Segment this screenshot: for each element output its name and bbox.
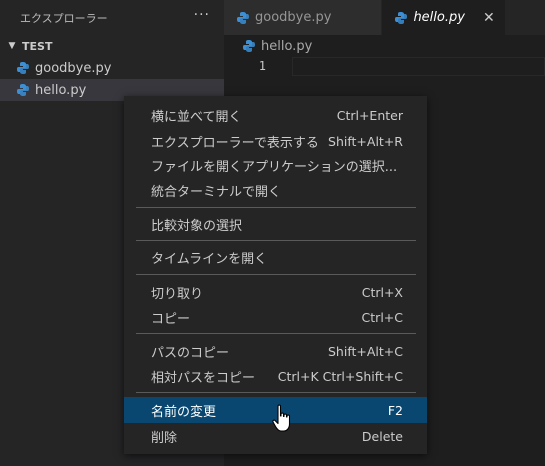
editor-tabs: goodbye.py hello.py ✕ — [224, 0, 545, 35]
menu-separator — [136, 333, 416, 334]
menu-item-cut[interactable]: 切り取り Ctrl+X — [124, 279, 427, 305]
menu-item-label: パスのコピー — [151, 345, 230, 361]
menu-item-label: ファイルを開くアプリケーションの選択... — [151, 159, 398, 175]
menu-separator — [136, 240, 416, 241]
menu-item-label: 統合ターミナルで開く — [151, 184, 282, 200]
menu-item-label: 切り取り — [151, 286, 204, 302]
menu-item-label: 横に並べて開く — [151, 109, 242, 125]
chevron-down-icon: ▼ — [8, 41, 16, 51]
more-actions-icon[interactable]: ··· — [194, 7, 210, 29]
python-file-icon — [243, 40, 255, 52]
menu-item-label: 名前の変更 — [151, 404, 217, 420]
python-file-icon — [237, 11, 249, 24]
menu-item-shortcut: Shift+Alt+R — [328, 133, 403, 149]
menu-item-copy-path[interactable]: パスのコピー Shift+Alt+C — [124, 338, 427, 364]
file-item-goodbye[interactable]: goodbye.py — [0, 57, 224, 79]
context-menu: 横に並べて開く Ctrl+Enter エクスプローラーで表示する Shift+A… — [124, 96, 427, 454]
menu-item-select-for-compare[interactable]: 比較対象の選択 — [124, 211, 427, 237]
menu-item-open-with[interactable]: ファイルを開くアプリケーションの選択... — [124, 152, 427, 178]
breadcrumb[interactable]: hello.py — [224, 35, 545, 57]
line-number: 1 — [258, 59, 266, 73]
menu-separator — [136, 274, 416, 275]
tab-label: hello.py — [413, 10, 465, 25]
python-file-icon — [17, 84, 29, 96]
menu-item-shortcut: Ctrl+K Ctrl+Shift+C — [277, 368, 403, 384]
tab-hello[interactable]: hello.py ✕ — [382, 0, 506, 35]
python-file-icon — [395, 11, 408, 24]
python-file-icon — [17, 62, 29, 74]
tab-goodbye[interactable]: goodbye.py — [224, 0, 383, 35]
menu-item-reveal-in-explorer[interactable]: エクスプローラーで表示する Shift+Alt+R — [124, 128, 427, 154]
file-name: goodbye.py — [35, 60, 112, 76]
menu-item-shortcut: Delete — [361, 428, 403, 444]
menu-item-copy[interactable]: コピー Ctrl+C — [124, 304, 427, 330]
file-name: hello.py — [35, 82, 87, 98]
workspace-section-header[interactable]: ▼ TEST — [0, 35, 224, 57]
current-line-highlight — [292, 57, 545, 76]
menu-item-shortcut: Ctrl+Enter — [336, 107, 403, 123]
menu-separator — [136, 207, 416, 208]
menu-item-copy-relative-path[interactable]: 相対パスをコピー Ctrl+K Ctrl+Shift+C — [124, 363, 427, 389]
menu-item-shortcut: Ctrl+C — [361, 309, 403, 325]
menu-item-label: エクスプローラーで表示する — [151, 135, 319, 151]
close-icon[interactable]: ✕ — [483, 10, 495, 26]
hand-cursor-icon — [272, 404, 291, 432]
menu-item-open-in-terminal[interactable]: 統合ターミナルで開く — [124, 177, 427, 203]
menu-item-label: コピー — [151, 311, 191, 327]
menu-separator — [136, 392, 416, 393]
code-line[interactable]: 1 — [224, 57, 545, 76]
breadcrumb-file: hello.py — [261, 38, 313, 54]
menu-item-label: 削除 — [151, 430, 178, 446]
menu-item-label: タイムラインを開く — [151, 251, 268, 267]
menu-item-shortcut: Ctrl+X — [361, 284, 403, 300]
workspace-name: TEST — [22, 39, 53, 53]
menu-item-label: 比較対象の選択 — [151, 218, 243, 234]
tab-label: goodbye.py — [255, 10, 332, 25]
menu-item-open-timeline[interactable]: タイムラインを開く — [124, 244, 427, 270]
explorer-title: エクスプローラー — [20, 11, 108, 25]
menu-item-shortcut: Shift+Alt+C — [327, 343, 403, 359]
menu-item-open-to-side[interactable]: 横に並べて開く Ctrl+Enter — [124, 102, 427, 128]
explorer-header: エクスプローラー ··· — [0, 0, 224, 35]
menu-item-shortcut: F2 — [387, 402, 403, 418]
menu-item-label: 相対パスをコピー — [151, 370, 256, 386]
